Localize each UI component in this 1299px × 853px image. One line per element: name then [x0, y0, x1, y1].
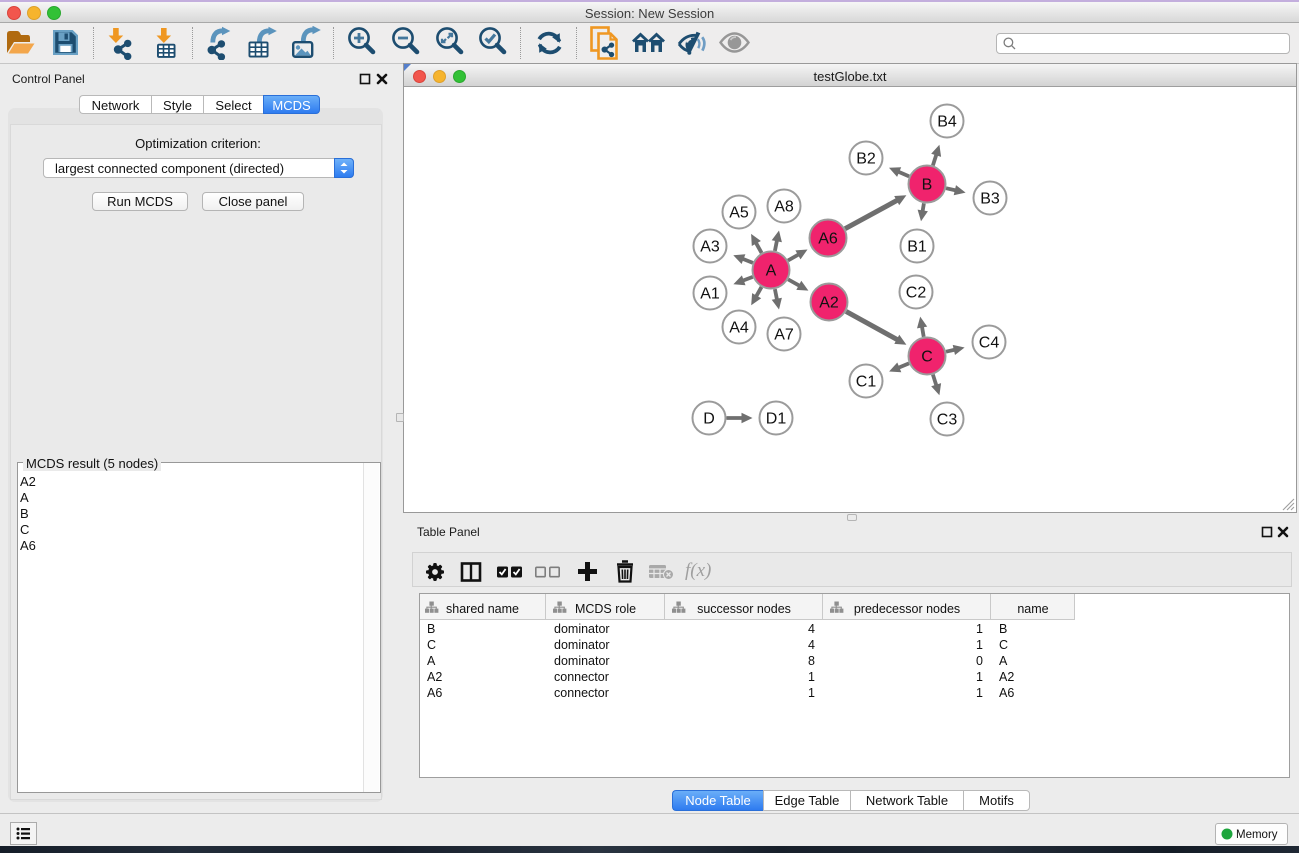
svg-text:B: B	[922, 177, 933, 194]
svg-text:A8: A8	[774, 199, 794, 216]
svg-text:B4: B4	[937, 114, 957, 131]
svg-text:Memory: Memory	[1236, 829, 1278, 841]
svg-text:A4: A4	[729, 320, 749, 337]
svg-text:A7: A7	[774, 327, 794, 344]
svg-text:A6: A6	[818, 231, 838, 248]
svg-text:C: C	[921, 349, 933, 366]
svg-text:D: D	[703, 411, 715, 428]
svg-text:B1: B1	[907, 239, 927, 256]
svg-text:A5: A5	[729, 205, 749, 222]
svg-text:B3: B3	[980, 191, 1000, 208]
svg-text:C1: C1	[856, 374, 877, 391]
svg-text:A2: A2	[819, 295, 839, 312]
svg-text:C3: C3	[937, 412, 958, 429]
svg-text:C2: C2	[906, 285, 927, 302]
svg-text:C4: C4	[979, 335, 1000, 352]
svg-text:B2: B2	[856, 151, 876, 168]
svg-text:A3: A3	[700, 239, 720, 256]
svg-text:D1: D1	[766, 411, 787, 428]
svg-text:A1: A1	[700, 286, 720, 303]
svg-text:A: A	[766, 263, 777, 280]
